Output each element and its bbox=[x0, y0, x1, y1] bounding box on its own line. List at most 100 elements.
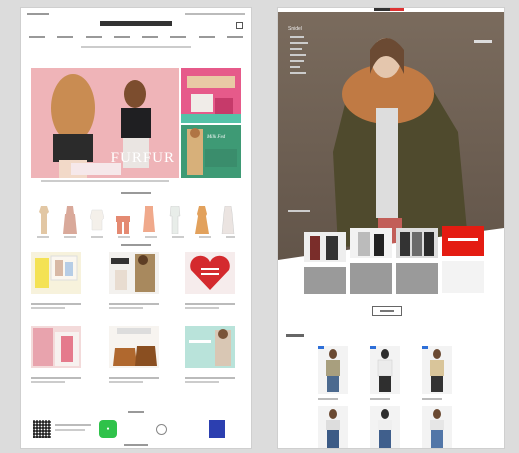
corner-text bbox=[474, 40, 492, 43]
product-thumb[interactable] bbox=[142, 206, 156, 234]
browser-bar-accent bbox=[390, 8, 404, 11]
side-promo-bottom[interactable]: Milk Fed bbox=[181, 125, 241, 178]
product-image bbox=[370, 346, 400, 394]
feature-card-image bbox=[31, 252, 81, 294]
sub-nav bbox=[81, 46, 191, 50]
social-icon[interactable] bbox=[156, 424, 167, 435]
new-items-heading bbox=[286, 334, 304, 337]
nav-item[interactable] bbox=[170, 36, 187, 38]
feature-card-caption bbox=[185, 377, 235, 383]
hero-caption bbox=[41, 180, 169, 182]
product-image bbox=[318, 406, 348, 448]
section-heading bbox=[21, 244, 251, 246]
side-menu-item[interactable] bbox=[290, 54, 306, 56]
feature-card-caption bbox=[185, 303, 235, 309]
campaign-thumb-label bbox=[396, 263, 438, 294]
product-image bbox=[370, 406, 400, 448]
product-card[interactable] bbox=[422, 346, 452, 394]
more-button[interactable] bbox=[372, 306, 402, 316]
site-logo[interactable] bbox=[21, 21, 251, 26]
campaign-thumb[interactable] bbox=[396, 228, 438, 294]
main-nav[interactable] bbox=[29, 36, 243, 38]
campaign-thumb-image bbox=[396, 228, 438, 258]
feature-card-caption bbox=[31, 377, 81, 383]
nav-item[interactable] bbox=[85, 36, 102, 38]
feature-card[interactable] bbox=[31, 252, 81, 309]
product-row-labels bbox=[37, 236, 235, 238]
side-menu-item[interactable] bbox=[290, 48, 302, 50]
nav-item[interactable] bbox=[29, 36, 45, 38]
product-thumb[interactable] bbox=[63, 206, 78, 234]
new-badge bbox=[422, 346, 428, 349]
product-thumb[interactable] bbox=[194, 206, 209, 234]
campaign-thumb-image bbox=[442, 226, 484, 256]
left-website-screenshot: FURFUR Milk Fed ● bbox=[21, 8, 251, 448]
section-heading bbox=[21, 192, 251, 194]
side-promo-script: Milk Fed bbox=[207, 135, 226, 140]
side-promo-top[interactable] bbox=[181, 68, 241, 123]
side-promo-image bbox=[181, 125, 241, 178]
feature-card-image bbox=[109, 326, 159, 368]
campaign-thumb-image bbox=[350, 228, 392, 258]
nav-item[interactable] bbox=[57, 36, 74, 38]
nav-item[interactable] bbox=[113, 36, 130, 38]
product-row[interactable] bbox=[37, 200, 235, 234]
product-image bbox=[318, 346, 348, 394]
feature-card-caption bbox=[109, 303, 159, 309]
hero-title: FURFUR bbox=[110, 150, 175, 166]
product-card[interactable] bbox=[370, 346, 400, 394]
hero-caption bbox=[288, 210, 310, 212]
side-menu-item[interactable] bbox=[290, 66, 300, 68]
feature-card[interactable] bbox=[109, 326, 159, 383]
product-thumb[interactable] bbox=[168, 206, 182, 234]
product-captions bbox=[318, 398, 452, 400]
feature-card[interactable] bbox=[185, 326, 235, 383]
campaign-thumb[interactable] bbox=[350, 228, 392, 294]
campaign-thumb-label bbox=[304, 267, 346, 294]
feature-card-caption bbox=[31, 303, 81, 309]
side-menu[interactable] bbox=[290, 36, 314, 78]
product-thumb[interactable] bbox=[115, 206, 130, 234]
side-menu-item[interactable] bbox=[290, 60, 304, 62]
footer-heading-bottom bbox=[21, 444, 251, 446]
nav-item[interactable] bbox=[226, 36, 243, 38]
nav-item[interactable] bbox=[142, 36, 159, 38]
campaign-thumb-image bbox=[304, 232, 346, 262]
feature-card-image bbox=[31, 326, 81, 368]
product-thumb[interactable] bbox=[89, 206, 104, 234]
feature-card[interactable] bbox=[185, 252, 235, 309]
product-image bbox=[422, 346, 452, 394]
top-bar bbox=[27, 11, 245, 17]
product-thumb[interactable] bbox=[37, 206, 51, 234]
feature-card[interactable] bbox=[109, 252, 159, 309]
product-card[interactable] bbox=[318, 406, 348, 448]
campaign-thumbnails[interactable] bbox=[304, 226, 484, 294]
side-menu-item[interactable] bbox=[290, 72, 306, 74]
app-badge-icon[interactable] bbox=[209, 420, 225, 438]
feature-card-image bbox=[185, 252, 235, 294]
footer-links: ● bbox=[33, 418, 239, 440]
right-website-screenshot: Snidel bbox=[278, 8, 504, 448]
side-menu-item[interactable] bbox=[290, 42, 308, 44]
feature-card-image bbox=[109, 252, 159, 294]
side-promo-image bbox=[181, 68, 241, 123]
new-badge bbox=[370, 346, 376, 349]
feature-card-caption bbox=[109, 377, 159, 383]
cart-icon[interactable] bbox=[236, 22, 243, 29]
product-card[interactable] bbox=[318, 346, 348, 394]
hero-banner[interactable]: FURFUR bbox=[31, 68, 179, 178]
campaign-thumb[interactable] bbox=[304, 232, 346, 294]
new-badge bbox=[318, 346, 324, 349]
product-card[interactable] bbox=[370, 406, 400, 448]
brand-logo[interactable]: Snidel bbox=[288, 26, 302, 32]
side-menu-item[interactable] bbox=[290, 36, 304, 38]
product-card[interactable] bbox=[422, 406, 452, 448]
hero-banner[interactable]: Snidel bbox=[278, 12, 504, 294]
nav-item[interactable] bbox=[198, 36, 215, 38]
line-app-icon[interactable]: ● bbox=[99, 420, 117, 438]
product-thumb[interactable] bbox=[221, 206, 235, 234]
qr-code-icon bbox=[33, 420, 51, 438]
campaign-thumb-label bbox=[442, 261, 484, 293]
campaign-thumb[interactable] bbox=[442, 226, 484, 293]
feature-card[interactable] bbox=[31, 326, 81, 383]
